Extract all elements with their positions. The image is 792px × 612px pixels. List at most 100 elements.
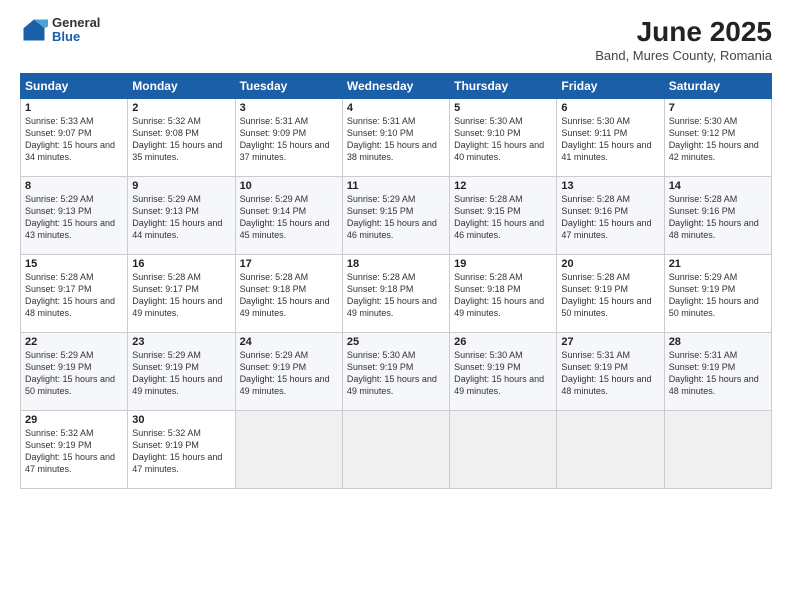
day-number: 2 (132, 102, 230, 114)
day-cell: 27Sunrise: 5:31 AMSunset: 9:19 PMDayligh… (557, 333, 664, 411)
day-number: 1 (25, 102, 123, 114)
header-cell-saturday: Saturday (664, 74, 771, 99)
day-info: Sunrise: 5:32 AMSunset: 9:08 PMDaylight:… (132, 115, 230, 164)
day-info: Sunrise: 5:32 AMSunset: 9:19 PMDaylight:… (25, 427, 123, 476)
logo: General Blue (20, 16, 100, 45)
day-info: Sunrise: 5:29 AMSunset: 9:13 PMDaylight:… (25, 193, 123, 242)
day-cell: 5Sunrise: 5:30 AMSunset: 9:10 PMDaylight… (450, 99, 557, 177)
day-number: 23 (132, 336, 230, 348)
day-cell: 19Sunrise: 5:28 AMSunset: 9:18 PMDayligh… (450, 255, 557, 333)
day-info: Sunrise: 5:30 AMSunset: 9:19 PMDaylight:… (454, 349, 552, 398)
day-number: 29 (25, 414, 123, 426)
day-number: 20 (561, 258, 659, 270)
day-number: 30 (132, 414, 230, 426)
day-info: Sunrise: 5:28 AMSunset: 9:17 PMDaylight:… (132, 271, 230, 320)
day-cell: 9Sunrise: 5:29 AMSunset: 9:13 PMDaylight… (128, 177, 235, 255)
header-cell-tuesday: Tuesday (235, 74, 342, 99)
header-cell-sunday: Sunday (21, 74, 128, 99)
header-row: SundayMondayTuesdayWednesdayThursdayFrid… (21, 74, 772, 99)
week-row-4: 22 Sunrise: 5:29 AMSunset: 9:19 PMDayligh… (21, 333, 772, 411)
logo-general-text: General (52, 16, 100, 30)
day-number: 22 (25, 336, 123, 348)
day-cell: 21Sunrise: 5:29 AMSunset: 9:19 PMDayligh… (664, 255, 771, 333)
day-info: Sunrise: 5:28 AMSunset: 9:18 PMDaylight:… (347, 271, 445, 320)
day-info: Sunrise: 5:30 AMSunset: 9:19 PMDaylight:… (347, 349, 445, 398)
day-number: 5 (454, 102, 552, 114)
day-cell: 29Sunrise: 5:32 AMSunset: 9:19 PMDayligh… (21, 411, 128, 489)
day-number: 18 (347, 258, 445, 270)
day-cell: 25Sunrise: 5:30 AMSunset: 9:19 PMDayligh… (342, 333, 449, 411)
day-info: Sunrise: 5:30 AMSunset: 9:11 PMDaylight:… (561, 115, 659, 164)
header-cell-monday: Monday (128, 74, 235, 99)
day-cell (664, 411, 771, 489)
day-number: 6 (561, 102, 659, 114)
day-cell: 3Sunrise: 5:31 AMSunset: 9:09 PMDaylight… (235, 99, 342, 177)
header-cell-thursday: Thursday (450, 74, 557, 99)
day-number: 16 (132, 258, 230, 270)
day-info: Sunrise: 5:29 AMSunset: 9:19 PMDaylight:… (669, 271, 767, 320)
day-number: 26 (454, 336, 552, 348)
day-info: Sunrise: 5:29 AMSunset: 9:13 PMDaylight:… (132, 193, 230, 242)
day-info: Sunrise: 5:28 AMSunset: 9:18 PMDaylight:… (454, 271, 552, 320)
day-number: 10 (240, 180, 338, 192)
day-cell: 17Sunrise: 5:28 AMSunset: 9:18 PMDayligh… (235, 255, 342, 333)
header-cell-wednesday: Wednesday (342, 74, 449, 99)
calendar-table: SundayMondayTuesdayWednesdayThursdayFrid… (20, 73, 772, 489)
day-number: 27 (561, 336, 659, 348)
day-info: Sunrise: 5:29 AMSunset: 9:15 PMDaylight:… (347, 193, 445, 242)
day-cell: 4Sunrise: 5:31 AMSunset: 9:10 PMDaylight… (342, 99, 449, 177)
day-cell: 28Sunrise: 5:31 AMSunset: 9:19 PMDayligh… (664, 333, 771, 411)
day-number: 3 (240, 102, 338, 114)
day-number: 13 (561, 180, 659, 192)
week-row-2: 8Sunrise: 5:29 AMSunset: 9:13 PMDaylight… (21, 177, 772, 255)
header-cell-friday: Friday (557, 74, 664, 99)
day-number: 19 (454, 258, 552, 270)
day-number: 12 (454, 180, 552, 192)
day-number: 17 (240, 258, 338, 270)
day-info: Sunrise: 5:32 AMSunset: 9:19 PMDaylight:… (132, 427, 230, 476)
day-info: Sunrise: 5:30 AMSunset: 9:12 PMDaylight:… (669, 115, 767, 164)
day-info: Sunrise: 5:28 AMSunset: 9:16 PMDaylight:… (669, 193, 767, 242)
day-cell (450, 411, 557, 489)
day-info: Sunrise: 5:29 AMSunset: 9:19 PMDaylight:… (132, 349, 230, 398)
day-cell: 12Sunrise: 5:28 AMSunset: 9:15 PMDayligh… (450, 177, 557, 255)
day-number: 24 (240, 336, 338, 348)
week-row-1: 1Sunrise: 5:33 AMSunset: 9:07 PMDaylight… (21, 99, 772, 177)
day-cell: 24Sunrise: 5:29 AMSunset: 9:19 PMDayligh… (235, 333, 342, 411)
logo-text: General Blue (52, 16, 100, 45)
day-number: 4 (347, 102, 445, 114)
day-cell (342, 411, 449, 489)
day-number: 28 (669, 336, 767, 348)
logo-blue-text: Blue (52, 30, 100, 44)
day-cell: 14Sunrise: 5:28 AMSunset: 9:16 PMDayligh… (664, 177, 771, 255)
day-cell: 10Sunrise: 5:29 AMSunset: 9:14 PMDayligh… (235, 177, 342, 255)
logo-icon (20, 16, 48, 44)
day-number: 11 (347, 180, 445, 192)
day-number: 21 (669, 258, 767, 270)
day-cell: 7Sunrise: 5:30 AMSunset: 9:12 PMDaylight… (664, 99, 771, 177)
day-info: Sunrise: 5:30 AMSunset: 9:10 PMDaylight:… (454, 115, 552, 164)
day-cell (235, 411, 342, 489)
day-cell: 15Sunrise: 5:28 AMSunset: 9:17 PMDayligh… (21, 255, 128, 333)
day-number: 9 (132, 180, 230, 192)
day-cell: 20Sunrise: 5:28 AMSunset: 9:19 PMDayligh… (557, 255, 664, 333)
day-info: Sunrise: 5:31 AMSunset: 9:19 PMDaylight:… (669, 349, 767, 398)
calendar-subtitle: Band, Mures County, Romania (595, 48, 772, 63)
day-cell: 18Sunrise: 5:28 AMSunset: 9:18 PMDayligh… (342, 255, 449, 333)
day-info: Sunrise: 5:28 AMSunset: 9:15 PMDaylight:… (454, 193, 552, 242)
day-info: Sunrise: 5:28 AMSunset: 9:16 PMDaylight:… (561, 193, 659, 242)
title-block: June 2025 Band, Mures County, Romania (595, 16, 772, 63)
day-cell: 13Sunrise: 5:28 AMSunset: 9:16 PMDayligh… (557, 177, 664, 255)
day-cell: 23Sunrise: 5:29 AMSunset: 9:19 PMDayligh… (128, 333, 235, 411)
day-info: Sunrise: 5:28 AMSunset: 9:19 PMDaylight:… (561, 271, 659, 320)
day-cell: 26Sunrise: 5:30 AMSunset: 9:19 PMDayligh… (450, 333, 557, 411)
day-cell: 6Sunrise: 5:30 AMSunset: 9:11 PMDaylight… (557, 99, 664, 177)
day-number: 7 (669, 102, 767, 114)
day-info: Sunrise: 5:28 AMSunset: 9:18 PMDaylight:… (240, 271, 338, 320)
day-info: Sunrise: 5:31 AMSunset: 9:10 PMDaylight:… (347, 115, 445, 164)
header: General Blue June 2025 Band, Mures Count… (20, 16, 772, 63)
day-number: 8 (25, 180, 123, 192)
day-number: 25 (347, 336, 445, 348)
day-cell: 22Sunrise: 5:29 AMSunset: 9:19 PMDayligh… (21, 333, 128, 411)
day-cell: 8Sunrise: 5:29 AMSunset: 9:13 PMDaylight… (21, 177, 128, 255)
